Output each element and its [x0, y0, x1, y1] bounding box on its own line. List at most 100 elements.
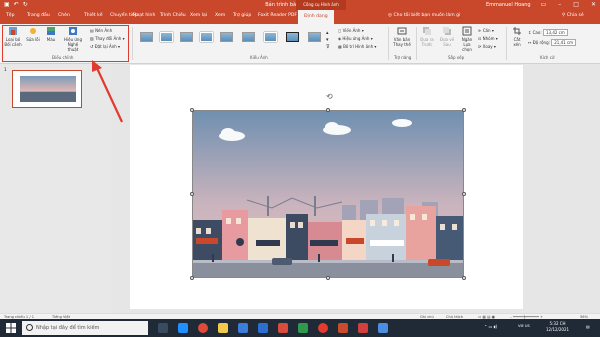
store-icon[interactable]	[238, 323, 248, 333]
picture-style-4[interactable]	[200, 32, 213, 42]
bring-forward-button[interactable]: Đưa ra Trước	[418, 26, 436, 47]
clock-date: 12/12/2021	[546, 327, 570, 332]
selection-pane-label: Ngăn Lựa chọn	[461, 37, 473, 52]
resize-handle-ne[interactable]	[462, 108, 466, 112]
tab-animations[interactable]: Hoạt hình	[133, 13, 155, 18]
comments-button[interactable]: Chú thích	[446, 315, 463, 319]
share-button[interactable]: ⚲ Chia sẻ	[562, 13, 584, 18]
picture-style-6[interactable]	[242, 32, 255, 42]
picture-style-1[interactable]	[140, 32, 153, 42]
taskbar-search-input[interactable]: Nhập tại đây để tìm kiếm	[22, 321, 148, 335]
resize-handle-s[interactable]	[326, 276, 330, 280]
tab-view[interactable]: Xem	[215, 13, 225, 18]
opera-icon[interactable]	[318, 323, 328, 333]
resize-handle-n[interactable]	[326, 108, 330, 112]
group-divider	[132, 27, 133, 60]
notifications-icon[interactable]: ▤	[586, 324, 590, 329]
tab-help[interactable]: Trợ giúp	[233, 13, 251, 18]
notes-button[interactable]: Ghi chú	[420, 315, 434, 319]
picture-styles-group-label: Kiểu Ảnh	[250, 55, 268, 60]
maximize-icon[interactable]: □	[573, 0, 579, 10]
selection-pane-icon	[462, 26, 472, 36]
language-status[interactable]: Tiếng Việt	[52, 315, 70, 319]
picture-layout-button[interactable]: ▦ Bố trí Hình ảnh ▾	[338, 44, 376, 49]
alt-text-button[interactable]: Văn bản Thay thế	[391, 26, 413, 47]
picture-style-5[interactable]	[220, 32, 233, 42]
picture-style-2[interactable]	[160, 32, 173, 42]
send-backward-icon	[443, 27, 451, 35]
taskbar-search-placeholder: Nhập tại đây để tìm kiếm	[36, 325, 100, 331]
picture-style-8[interactable]	[286, 32, 299, 42]
rotate-button[interactable]: ⟳ Xoay ▾	[478, 44, 496, 49]
picture-effects-label: Hiệu ứng Ảnh	[342, 36, 370, 41]
size-group-label: Kích cỡ	[540, 55, 555, 60]
picture-border-button[interactable]: ◻ Viền Ảnh ▾	[338, 28, 364, 33]
ribbon-display-icon[interactable]: ▭	[541, 0, 547, 10]
task-view-icon[interactable]	[158, 323, 168, 333]
user-name[interactable]: Emmanuel Hoang	[486, 2, 531, 8]
picture-style-3[interactable]	[180, 32, 193, 42]
group-divider	[388, 27, 389, 60]
bring-forward-icon	[423, 27, 431, 35]
align-button[interactable]: ⊫ Căn ▾	[478, 28, 494, 33]
media-icon[interactable]	[358, 323, 368, 333]
tell-me-label: Cho tôi biết bạn muốn làm gì	[393, 13, 461, 18]
powerpoint-icon[interactable]	[338, 323, 348, 333]
tray-icons[interactable]: ⌃ ▭ ◖)	[484, 324, 497, 329]
tab-review[interactable]: Xem lại	[190, 13, 207, 18]
excel-icon[interactable]	[298, 323, 308, 333]
tab-foxit[interactable]: Foxit Reader PDF	[258, 13, 297, 18]
picture-style-7[interactable]	[264, 32, 277, 42]
tab-home[interactable]: Trang đầu	[27, 13, 50, 18]
height-label: Cao:	[532, 30, 542, 35]
width-label: Độ rộng:	[532, 40, 550, 45]
send-backward-label: Đưa về Sau	[439, 37, 455, 47]
width-field[interactable]: ↔ Độ rộng: 21,41 cm	[528, 39, 577, 46]
tab-file[interactable]: Tệp	[6, 13, 15, 18]
height-field[interactable]: ↕ Cao: 13,42 cm	[528, 29, 568, 36]
resize-handle-nw[interactable]	[190, 108, 194, 112]
gallery-scroll-down-icon[interactable]: ▾	[326, 37, 329, 43]
thumbnail-picture	[20, 76, 76, 102]
crop-button[interactable]: Cắt xén	[510, 26, 524, 47]
clock[interactable]: 5:32 CH 12/12/2021	[546, 321, 569, 333]
resize-handle-sw[interactable]	[190, 276, 194, 280]
zoom-level[interactable]: 56%	[580, 315, 588, 319]
tab-insert[interactable]: Chèn	[58, 13, 70, 18]
rotate-handle-icon[interactable]: ⟲	[326, 92, 333, 101]
ribbon-tabs: Tệp Trang đầu Chèn Thiết kế Chuyển tiếp …	[0, 10, 600, 24]
view-buttons[interactable]: ▭ ▦ ▤ ▣	[478, 315, 495, 319]
send-backward-button[interactable]: Đưa về Sau	[438, 26, 456, 47]
height-value[interactable]: 13,42 cm	[542, 29, 568, 36]
input-language[interactable]: VIE US	[518, 324, 530, 328]
group-button[interactable]: ⊡ Nhóm ▾	[478, 36, 498, 41]
tab-slideshow[interactable]: Trình Chiếu	[160, 13, 186, 18]
word-icon[interactable]	[258, 323, 268, 333]
resize-handle-w[interactable]	[190, 192, 194, 196]
foxit-icon[interactable]	[278, 323, 288, 333]
width-value[interactable]: 21,41 cm	[551, 39, 577, 46]
picture-style-9[interactable]	[308, 32, 321, 42]
windows-start-icon[interactable]	[6, 323, 16, 333]
resize-handle-e[interactable]	[462, 192, 466, 196]
tab-format[interactable]: Định dạng	[298, 10, 334, 24]
close-icon[interactable]: ✕	[591, 0, 596, 10]
selection-pane-button[interactable]: Ngăn Lựa chọn	[458, 26, 476, 52]
context-tab-title: Công cụ Hình ảnh	[296, 0, 346, 10]
bring-forward-label: Đưa ra Trước	[420, 37, 434, 47]
group-divider	[416, 27, 417, 60]
zoom-slider[interactable]: – ━━━━━┿━━━━━━ +	[510, 315, 543, 319]
crop-icon	[513, 27, 521, 35]
tell-me-search[interactable]: ◎ Cho tôi biết bạn muốn làm gì	[388, 13, 460, 18]
edge-icon[interactable]	[178, 323, 188, 333]
tab-design[interactable]: Thiết kế	[84, 13, 103, 18]
slide-thumbnail[interactable]	[12, 70, 82, 108]
gallery-scroll-up-icon[interactable]: ▴	[326, 30, 329, 36]
picture-effects-button[interactable]: ◈ Hiệu ứng Ảnh ▾	[338, 36, 373, 41]
minimize-icon[interactable]: –	[558, 0, 561, 10]
gallery-more-icon[interactable]: ⊽	[326, 44, 330, 50]
chrome-icon[interactable]	[198, 323, 208, 333]
app-icon[interactable]	[378, 323, 388, 333]
file-explorer-icon[interactable]	[218, 323, 228, 333]
resize-handle-se[interactable]	[462, 276, 466, 280]
